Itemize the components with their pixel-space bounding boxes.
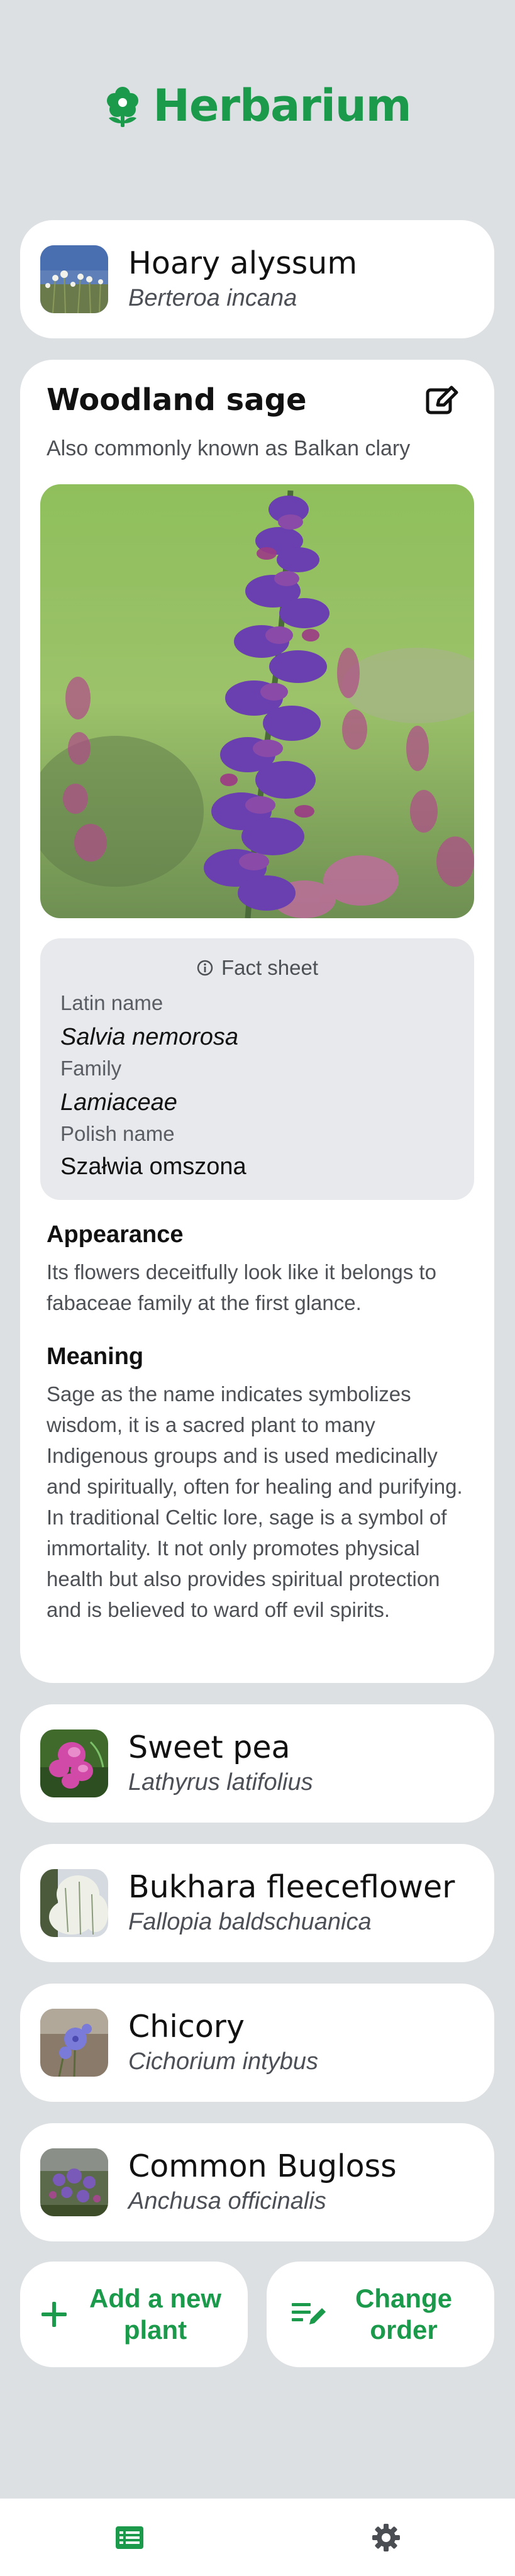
meaning-text: Sage as the name indicates symbolizes wi…	[47, 1382, 463, 1621]
detail-title: Woodland sage	[47, 382, 307, 418]
plant-thumbnail	[40, 1869, 108, 1937]
plant-name: Sweet pea	[128, 1729, 291, 1765]
reorder-edit-icon	[292, 2303, 326, 2324]
polish-name-label: Polish name	[60, 1122, 175, 1145]
plant-card-hoary-alyssum[interactable]: Hoary alyssum Berteroa incana	[20, 220, 494, 338]
latin-name-label: Latin name	[60, 991, 163, 1014]
plant-thumbnail	[40, 2009, 108, 2077]
also-known-as: Also commonly known as Balkan clary	[47, 436, 411, 460]
fact-sheet-title: Fact sheet	[221, 956, 319, 979]
edit-icon[interactable]	[423, 382, 460, 420]
flower-icon	[107, 87, 139, 127]
plant-card-common-bugloss[interactable]: Common Bugloss Anchusa officinalis	[20, 2123, 494, 2241]
plant-latin-name: Anchusa officinalis	[128, 2188, 326, 2215]
plant-detail-card: Woodland sage Also commonly known as Bal…	[20, 360, 494, 1683]
appearance-text: Its flowers deceitfully look like it bel…	[47, 1260, 436, 1314]
plant-latin-name: Berteroa incana	[128, 285, 297, 312]
list-icon[interactable]	[113, 2521, 146, 2554]
plant-card-bukhara-fleeceflower[interactable]: Bukhara fleeceflower Fallopia baldschuan…	[20, 1844, 494, 1962]
plant-latin-name: Fallopia baldschuanica	[128, 1909, 372, 1936]
polish-name-value: Szałwia omszona	[60, 1153, 246, 1180]
plus-icon	[42, 2302, 67, 2327]
plant-thumbnail	[40, 2148, 108, 2216]
plant-name: Hoary alyssum	[128, 245, 358, 281]
bottom-navigation	[0, 2498, 515, 2576]
latin-name-value: Salvia nemorosa	[60, 1024, 239, 1050]
plant-name: Chicory	[128, 2008, 245, 2045]
app-header: Herbarium	[0, 80, 515, 131]
app-title: Herbarium	[153, 80, 411, 131]
salvia-photo	[40, 484, 474, 918]
plant-latin-name: Lathyrus latifolius	[128, 1769, 313, 1796]
info-icon	[197, 960, 213, 976]
add-plant-button[interactable]: Add a new plant	[20, 2262, 248, 2367]
fact-sheet: Fact sheet Latin name Salvia nemorosa Fa…	[40, 938, 474, 1200]
plant-thumbnail	[40, 1729, 108, 1797]
appearance-heading: Appearance	[47, 1221, 184, 1248]
plant-card-chicory[interactable]: Chicory Cichorium intybus	[20, 1984, 494, 2102]
family-value: Lamiaceae	[60, 1089, 177, 1116]
change-order-label: Change order	[355, 2284, 452, 2345]
meaning-heading: Meaning	[47, 1343, 144, 1370]
change-order-button[interactable]: Change order	[267, 2262, 494, 2367]
plant-latin-name: Cichorium intybus	[128, 2048, 318, 2075]
plant-name: Common Bugloss	[128, 2148, 397, 2184]
plant-name: Bukhara fleeceflower	[128, 1868, 455, 1905]
plant-thumbnail	[40, 245, 108, 313]
family-label: Family	[60, 1057, 122, 1080]
plant-card-sweet-pea[interactable]: Sweet pea Lathyrus latifolius	[20, 1704, 494, 1823]
add-plant-label: Add a new plant	[89, 2284, 222, 2345]
gear-icon[interactable]	[370, 2521, 402, 2554]
